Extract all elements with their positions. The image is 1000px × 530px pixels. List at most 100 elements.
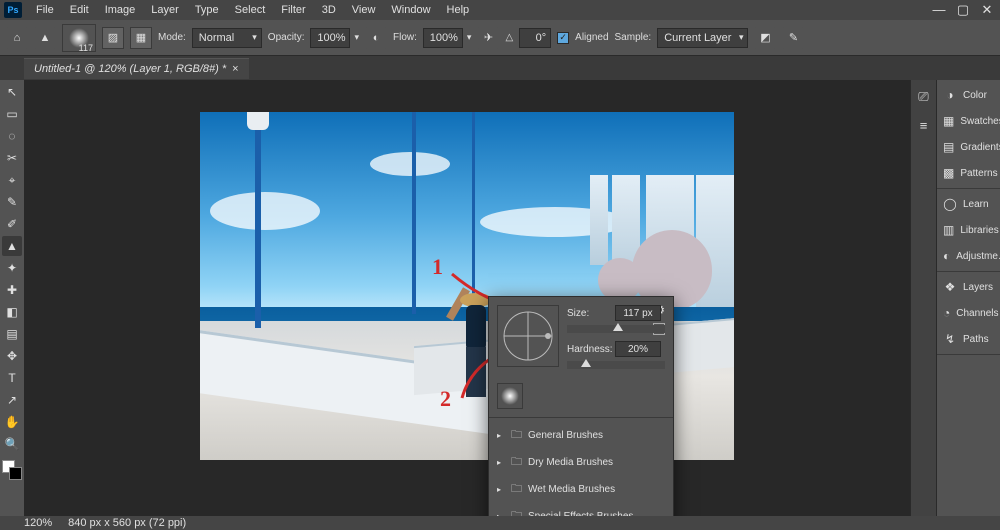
tool-path[interactable]: ↗ — [2, 390, 22, 410]
opacity-input[interactable]: 100% — [310, 28, 350, 48]
app-logo: Ps — [4, 2, 22, 18]
menu-filter[interactable]: Filter — [273, 2, 313, 18]
tool-brush[interactable]: ✦ — [2, 258, 22, 278]
panel-channels[interactable]: ◔Channels — [941, 304, 996, 322]
options-bar: ⌂ ▲ 117 ▨ ▦ Mode: Normal Opacity: 100% ▾… — [0, 20, 1000, 56]
tool-crop[interactable]: ✂ — [2, 148, 22, 168]
tool-history-brush[interactable]: ✚ — [2, 280, 22, 300]
toggle-brush-panel-button[interactable]: ▨ — [102, 27, 124, 49]
brush-preset-soft[interactable] — [497, 383, 523, 409]
menu-select[interactable]: Select — [227, 2, 274, 18]
flow-input[interactable]: 100% — [423, 28, 463, 48]
canvas-area[interactable]: 1 2 ⚙ ⊞ Size: 117 px — [24, 80, 910, 516]
airbrush-icon[interactable]: ✈ — [477, 27, 499, 49]
tool-eraser[interactable]: ▤ — [2, 324, 22, 344]
menu-3d[interactable]: 3D — [314, 2, 344, 18]
stamp-tool-icon[interactable]: ▲ — [34, 27, 56, 49]
menu-image[interactable]: Image — [97, 2, 144, 18]
flow-label: Flow: — [393, 32, 417, 43]
folder-icon: 🗀 — [511, 426, 522, 445]
tab-close-button[interactable]: × — [232, 63, 238, 75]
tool-marquee[interactable]: ▭ — [2, 104, 22, 124]
panel-gradients[interactable]: ▤Gradients — [941, 138, 996, 156]
pressure-size-icon[interactable]: ✎ — [782, 27, 804, 49]
panel-adjustments[interactable]: ◐Adjustme… — [941, 247, 996, 265]
document-tab[interactable]: Untitled-1 @ 120% (Layer 1, RGB/8#) * × — [24, 58, 249, 79]
right-panels: ◑Color ▦Swatches ▤Gradients ▩Patterns ◯L… — [936, 80, 1000, 516]
menu-window[interactable]: Window — [383, 2, 438, 18]
sample-label: Sample: — [615, 32, 652, 43]
panel-paths[interactable]: ↯Paths — [941, 330, 996, 348]
brush-preset-picker[interactable]: 117 — [62, 24, 96, 52]
window-maximize-button[interactable]: ▢ — [954, 2, 972, 18]
learn-icon: ◯ — [943, 197, 957, 211]
channels-icon: ◔ — [943, 306, 950, 320]
brush-hardness-input[interactable]: 20% — [615, 341, 661, 357]
panel-libraries[interactable]: ▥Libraries — [941, 221, 996, 239]
brush-size-input[interactable]: 117 px — [615, 305, 661, 321]
menu-file[interactable]: File — [28, 2, 62, 18]
menu-type[interactable]: Type — [187, 2, 227, 18]
opacity-label: Opacity: — [268, 32, 305, 43]
color-icon: ◑ — [943, 88, 957, 102]
tool-lasso[interactable]: ◌ — [2, 126, 22, 146]
color-swatch[interactable] — [2, 460, 22, 480]
sample-select[interactable]: Current Layer — [657, 28, 748, 48]
menu-edit[interactable]: Edit — [62, 2, 97, 18]
libraries-icon: ▥ — [943, 223, 954, 237]
tool-clone-stamp[interactable]: ▲ — [2, 236, 22, 256]
tool-eyedropper[interactable]: ✎ — [2, 192, 22, 212]
tool-hand[interactable]: ✋ — [2, 412, 22, 432]
menu-layer[interactable]: Layer — [143, 2, 187, 18]
brush-folder[interactable]: ▸🗀Dry Media Brushes — [489, 449, 673, 476]
adjustments-icon[interactable]: ≡ — [915, 116, 933, 134]
panel-color[interactable]: ◑Color — [941, 86, 996, 104]
tool-zoom[interactable]: 🔍 — [2, 434, 22, 454]
brush-size-slider[interactable] — [567, 325, 665, 333]
window-close-button[interactable]: ✕ — [978, 2, 996, 18]
angle-input[interactable]: 0° — [519, 28, 551, 48]
tool-gradient[interactable]: ◧ — [2, 302, 22, 322]
patterns-icon: ▩ — [943, 166, 954, 180]
gradients-icon: ▤ — [943, 140, 954, 154]
pressure-opacity-icon[interactable]: ◐ — [365, 27, 387, 49]
tool-type[interactable]: T — [2, 368, 22, 388]
flow-dropdown-icon[interactable]: ▾ — [467, 32, 472, 43]
status-docinfo: 840 px x 560 px (72 ppi) — [68, 517, 186, 529]
panel-patterns[interactable]: ▩Patterns — [941, 164, 996, 182]
tool-move[interactable]: ↖ — [2, 82, 22, 102]
menu-bar: Ps File Edit Image Layer Type Select Fil… — [0, 0, 1000, 20]
brush-size-preview-label: 117 — [79, 43, 93, 53]
brush-size-label: Size: — [567, 308, 609, 319]
brush-hardness-slider[interactable] — [567, 361, 665, 369]
brush-folder[interactable]: ▸🗀General Brushes — [489, 422, 673, 449]
panel-learn[interactable]: ◯Learn — [941, 195, 996, 213]
window-minimize-button[interactable]: — — [930, 2, 948, 18]
tool-frame[interactable]: ⌖ — [2, 170, 22, 190]
aligned-label: Aligned — [575, 32, 608, 43]
menu-help[interactable]: Help — [439, 2, 478, 18]
status-bar: 120% 840 px x 560 px (72 ppi) — [0, 516, 1000, 530]
blend-mode-select[interactable]: Normal — [192, 28, 262, 48]
folder-icon: 🗀 — [511, 480, 522, 499]
brush-settings-popup: ⚙ ⊞ Size: 117 px Hardness: 20% — [488, 296, 674, 516]
home-icon[interactable]: ⌂ — [6, 27, 28, 49]
properties-icon[interactable]: ⎚ — [915, 88, 933, 106]
brush-folder-list: ▸🗀General Brushes ▸🗀Dry Media Brushes ▸🗀… — [489, 417, 673, 516]
panel-swatches[interactable]: ▦Swatches — [941, 112, 996, 130]
mode-label: Mode: — [158, 32, 186, 43]
ignore-adjustment-icon[interactable]: ◩ — [754, 27, 776, 49]
toggle-brush-settings-button[interactable]: ▦ — [130, 27, 152, 49]
panel-layers[interactable]: ❖Layers — [941, 278, 996, 296]
tool-dodge[interactable]: ✥ — [2, 346, 22, 366]
aligned-checkbox[interactable]: ✓ — [557, 32, 569, 44]
brush-folder[interactable]: ▸🗀Wet Media Brushes — [489, 476, 673, 503]
brush-angle-preview[interactable] — [497, 305, 559, 367]
brush-folder[interactable]: ▸🗀Special Effects Brushes — [489, 503, 673, 516]
paths-icon: ↯ — [943, 332, 957, 346]
opacity-dropdown-icon[interactable]: ▾ — [354, 32, 359, 43]
status-zoom[interactable]: 120% — [24, 517, 52, 529]
tool-healing[interactable]: ✐ — [2, 214, 22, 234]
swatches-icon: ▦ — [943, 114, 954, 128]
menu-view[interactable]: View — [344, 2, 384, 18]
